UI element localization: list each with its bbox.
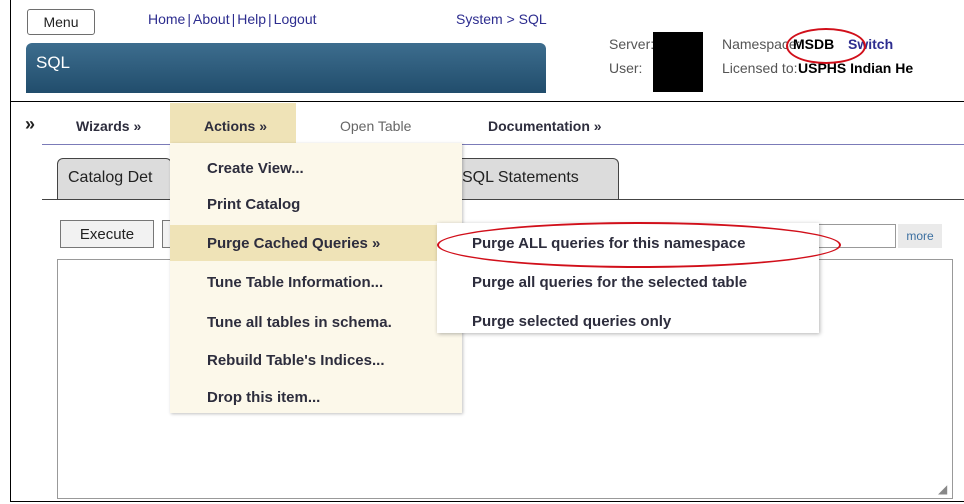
purge-all-annotation-circle bbox=[437, 222, 841, 268]
home-link[interactable]: Home bbox=[148, 11, 185, 27]
nav-actions[interactable]: Actions » bbox=[204, 118, 267, 134]
header-divider bbox=[10, 101, 964, 102]
top-links: Home | About | Help | Logout bbox=[148, 11, 317, 27]
tab-sql-statements[interactable]: SQL Statements bbox=[455, 158, 619, 200]
menu-print-catalog[interactable]: Print Catalog bbox=[207, 196, 300, 213]
execute-button[interactable]: Execute bbox=[60, 220, 154, 248]
logout-link[interactable]: Logout bbox=[274, 11, 317, 27]
menu-rebuild-indices[interactable]: Rebuild Table's Indices... bbox=[207, 352, 385, 369]
nav-open-table[interactable]: Open Table bbox=[340, 118, 411, 134]
menu-tune-all-tables[interactable]: Tune all tables in schema. bbox=[207, 314, 392, 331]
tab-catalog-details[interactable]: Catalog Det bbox=[57, 158, 172, 200]
nav-wizards[interactable]: Wizards » bbox=[76, 118, 141, 134]
licensed-label: Licensed to: bbox=[722, 60, 798, 76]
menu-create-view[interactable]: Create View... bbox=[207, 160, 304, 177]
user-label: User: bbox=[609, 60, 643, 76]
page-title: SQL bbox=[36, 53, 71, 72]
help-link[interactable]: Help bbox=[237, 11, 266, 27]
resize-grip-icon[interactable]: ◢ bbox=[938, 482, 947, 496]
submenu-purge-selected-only[interactable]: Purge selected queries only bbox=[472, 313, 671, 330]
expand-icon[interactable]: » bbox=[25, 114, 35, 135]
namespace-annotation-circle bbox=[786, 28, 866, 64]
about-link[interactable]: About bbox=[193, 11, 230, 27]
menu-tune-table[interactable]: Tune Table Information... bbox=[207, 274, 383, 291]
menu-drop-item[interactable]: Drop this item... bbox=[207, 389, 320, 406]
nav-documentation[interactable]: Documentation » bbox=[488, 118, 602, 134]
title-banner bbox=[26, 43, 546, 93]
more-link[interactable]: more bbox=[898, 224, 942, 248]
submenu-purge-selected-table[interactable]: Purge all queries for the selected table bbox=[472, 274, 747, 291]
menu-button[interactable]: Menu bbox=[27, 9, 95, 35]
redacted-block bbox=[653, 32, 703, 92]
breadcrumb: System > SQL bbox=[456, 11, 547, 27]
menu-purge-cached-queries[interactable]: Purge Cached Queries » bbox=[207, 235, 380, 252]
server-label: Server: bbox=[609, 36, 655, 52]
